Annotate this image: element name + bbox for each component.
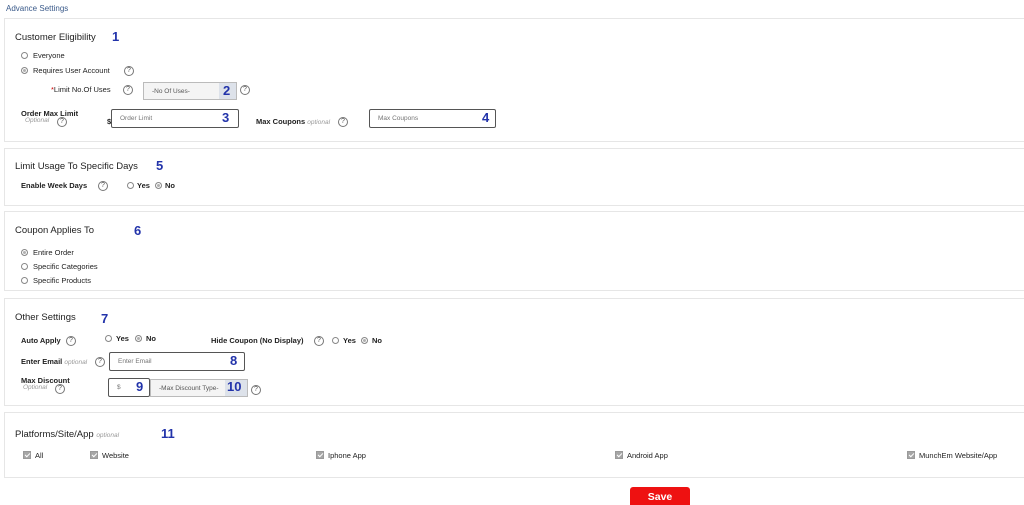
marker-9: 9 bbox=[136, 379, 144, 394]
help-icon[interactable]: ? bbox=[123, 85, 133, 95]
max-coupons-text: Max Coupons bbox=[256, 117, 306, 126]
label-specific-categories: Specific Categories bbox=[33, 262, 98, 271]
limit-days-section: Limit Usage To Specific Days 5 Enable We… bbox=[4, 148, 1024, 206]
help-icon[interactable]: ? bbox=[98, 181, 108, 191]
label-iphone-app: Iphone App bbox=[328, 451, 366, 460]
label-everyone: Everyone bbox=[33, 51, 65, 60]
other-settings-section: Other Settings 7 Auto Apply ? Yes No Hid… bbox=[4, 298, 1024, 406]
marker-7: 7 bbox=[101, 311, 109, 326]
marker-1: 1 bbox=[112, 29, 120, 44]
checkbox-website[interactable] bbox=[90, 451, 98, 459]
radio-entire-order[interactable] bbox=[21, 249, 28, 256]
marker-6: 6 bbox=[134, 223, 142, 238]
section-title: Coupon Applies To bbox=[15, 225, 95, 236]
marker-10: 10 bbox=[227, 379, 242, 394]
max-discount-optional: Optional bbox=[23, 384, 48, 391]
coupon-applies-section: Coupon Applies To 6 Entire Order Specifi… bbox=[4, 211, 1024, 291]
label-no: No bbox=[146, 334, 156, 343]
marker-11: 11 bbox=[161, 426, 175, 441]
email-input[interactable] bbox=[109, 352, 245, 371]
marker-8: 8 bbox=[230, 353, 238, 368]
label-requires-account: Requires User Account bbox=[33, 66, 110, 75]
customer-eligibility-section: Customer Eligibility 1 Everyone Requires… bbox=[4, 18, 1024, 142]
max-coupons-label: Max Coupons optional bbox=[256, 117, 330, 126]
checkbox-all[interactable] bbox=[23, 451, 31, 459]
help-icon[interactable]: ? bbox=[124, 66, 134, 76]
section-title: Other Settings bbox=[15, 312, 76, 323]
label-all: All bbox=[35, 451, 44, 460]
checkbox-munchem-app[interactable] bbox=[907, 451, 915, 459]
radio-everyone[interactable] bbox=[21, 52, 28, 59]
section-title: Customer Eligibility bbox=[15, 32, 96, 43]
label-android-app: Android App bbox=[627, 451, 668, 460]
help-icon[interactable]: ? bbox=[251, 385, 261, 395]
marker-5: 5 bbox=[156, 158, 164, 173]
email-label: Enter Email optional bbox=[21, 357, 87, 366]
radio-requires-account[interactable] bbox=[21, 67, 28, 74]
checkbox-android-app[interactable] bbox=[615, 451, 623, 459]
email-optional: optional bbox=[64, 359, 88, 366]
label-entire-order: Entire Order bbox=[33, 248, 74, 257]
label-specific-products: Specific Products bbox=[33, 276, 91, 285]
label-website: Website bbox=[102, 451, 129, 460]
label-no: No bbox=[372, 336, 382, 345]
label-no: No bbox=[165, 181, 175, 190]
help-icon[interactable]: ? bbox=[66, 336, 76, 346]
max-discount-input[interactable] bbox=[108, 378, 150, 397]
platforms-optional: optional bbox=[96, 432, 120, 439]
limit-uses-label: *Limit No.Of Uses bbox=[51, 85, 111, 94]
radio-hide-coupon-yes[interactable] bbox=[332, 337, 339, 344]
radio-specific-categories[interactable] bbox=[21, 263, 28, 270]
max-coupons-optional: optional bbox=[307, 119, 331, 126]
hide-coupon-label: Hide Coupon (No Display) bbox=[211, 336, 304, 345]
marker-2: 2 bbox=[223, 83, 231, 98]
email-text: Enter Email bbox=[21, 357, 63, 366]
limit-uses-text: Limit No.Of Uses bbox=[53, 85, 111, 94]
page-header: Advance Settings bbox=[6, 4, 69, 13]
help-icon[interactable]: ? bbox=[240, 85, 250, 95]
help-icon[interactable]: ? bbox=[95, 357, 105, 367]
radio-auto-apply-no[interactable] bbox=[135, 335, 142, 342]
platforms-title: Platforms/Site/App optional bbox=[15, 429, 119, 440]
platforms-title-text: Platforms/Site/App bbox=[15, 429, 94, 440]
order-limit-input[interactable] bbox=[111, 109, 239, 128]
help-icon[interactable]: ? bbox=[55, 384, 65, 394]
order-max-limit-optional: Optional bbox=[25, 117, 50, 124]
label-yes: Yes bbox=[137, 181, 150, 190]
limit-uses-value: -No Of Uses- bbox=[152, 88, 190, 95]
section-title: Limit Usage To Specific Days bbox=[15, 161, 138, 172]
marker-3: 3 bbox=[222, 110, 230, 125]
radio-weekdays-yes[interactable] bbox=[127, 182, 134, 189]
radio-weekdays-no[interactable] bbox=[155, 182, 162, 189]
label-munchem-app: MunchEm Website/App bbox=[919, 451, 998, 460]
help-icon[interactable]: ? bbox=[57, 117, 67, 127]
max-discount-type-value: -Max Discount Type- bbox=[159, 385, 219, 392]
radio-hide-coupon-no[interactable] bbox=[361, 337, 368, 344]
radio-auto-apply-yes[interactable] bbox=[105, 335, 112, 342]
platforms-section: Platforms/Site/App optional 11 All Websi… bbox=[4, 412, 1024, 478]
save-button[interactable]: Save bbox=[630, 487, 690, 505]
help-icon[interactable]: ? bbox=[338, 117, 348, 127]
label-yes: Yes bbox=[116, 334, 129, 343]
max-coupons-input[interactable] bbox=[369, 109, 496, 128]
help-icon[interactable]: ? bbox=[314, 336, 324, 346]
marker-4: 4 bbox=[482, 110, 490, 125]
label-yes: Yes bbox=[343, 336, 356, 345]
checkbox-iphone-app[interactable] bbox=[316, 451, 324, 459]
auto-apply-label: Auto Apply bbox=[21, 336, 61, 345]
enable-weekdays-label: Enable Week Days bbox=[21, 181, 88, 190]
radio-specific-products[interactable] bbox=[21, 277, 28, 284]
